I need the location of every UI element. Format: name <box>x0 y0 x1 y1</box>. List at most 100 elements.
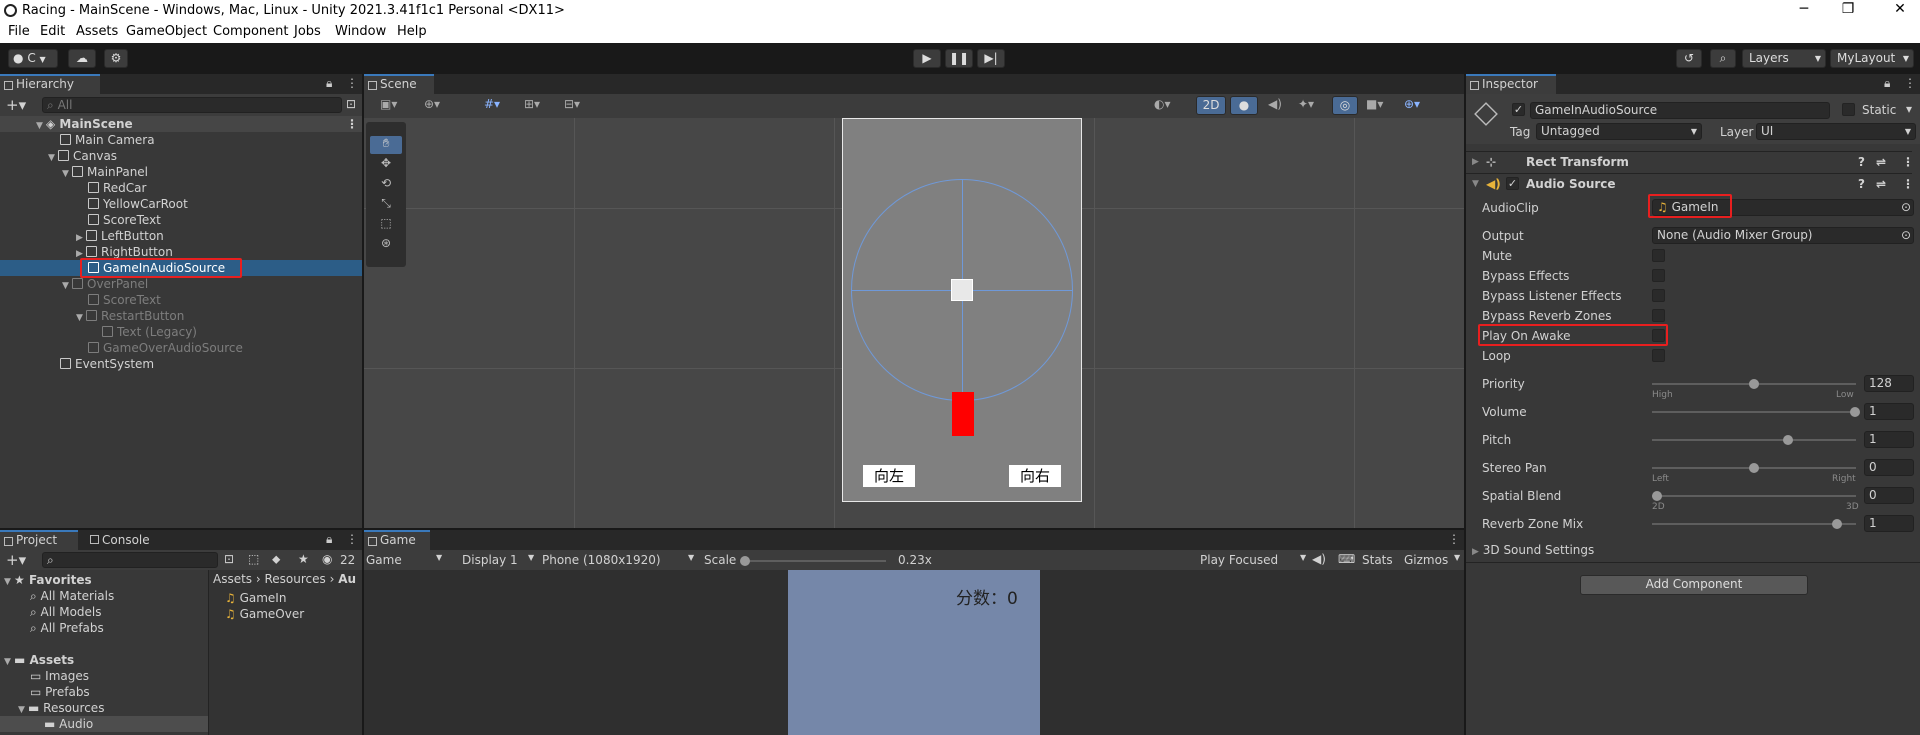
display-dropdown[interactable]: Display 1 ▼ <box>462 553 534 567</box>
project-search-input[interactable]: ⌕ <box>42 552 218 568</box>
tree-item-overpanel[interactable]: ▼ OverPanel <box>0 276 360 292</box>
hierarchy-search-input[interactable]: ⌕ All <box>42 97 342 113</box>
reverb-zone-mix-value-field[interactable]: 1 <box>1864 515 1914 532</box>
move-tool-icon[interactable]: ✥ <box>370 156 402 174</box>
camera-icon[interactable]: ■▾ <box>1366 97 1383 111</box>
resolution-dropdown[interactable]: Phone (1080x1920) ▼ <box>542 553 694 567</box>
tab-game[interactable]: Game <box>364 530 430 550</box>
tab-project[interactable]: Project <box>0 530 78 550</box>
preset-icon[interactable]: ⇌ <box>1876 174 1886 194</box>
layout-dropdown[interactable]: MyLayout ▼ <box>1830 49 1914 68</box>
tree-item-scoretext-2[interactable]: ScoreText <box>0 292 360 308</box>
pitch-slider-knob[interactable] <box>1783 435 1793 445</box>
mute-audio-icon[interactable]: ◀) <box>1312 552 1326 566</box>
scale-slider-track[interactable] <box>742 560 886 562</box>
breadcrumb-item[interactable]: Au <box>338 572 356 586</box>
step-button[interactable]: ▶| <box>977 49 1005 68</box>
transform-tool-icon[interactable]: ⊛ <box>370 236 402 254</box>
maximize-button[interactable]: ❐ <box>1838 1 1858 17</box>
scale-slider-knob[interactable] <box>740 556 750 566</box>
rect-tool-icon[interactable]: ⬚ <box>370 216 402 234</box>
search-by-label-icon[interactable]: ⬚ <box>248 552 259 566</box>
rect-transform-header[interactable]: ▶ ⊹ Rect Transform ? ⇌ ⋮ <box>1466 151 1914 172</box>
shading-icon[interactable]: ◐▾ <box>1154 97 1171 111</box>
active-checkbox[interactable]: ✓ <box>1512 103 1525 116</box>
menu-file[interactable]: File <box>8 24 30 39</box>
draw-mode-icon[interactable]: ▣▾ <box>380 97 397 111</box>
breadcrumb-item[interactable]: Resources <box>265 572 326 586</box>
menu-component[interactable]: Component <box>213 24 288 39</box>
menu-assets[interactable]: Assets <box>76 24 118 39</box>
file-gamein[interactable]: ♫ GameIn <box>209 590 359 606</box>
tree-item-redcar[interactable]: RedCar <box>0 180 360 196</box>
menu-window[interactable]: Window <box>335 24 386 39</box>
output-field[interactable]: None (Audio Mixer Group) ⊙ <box>1652 227 1914 244</box>
folder-audio[interactable]: ▬ Audio <box>0 716 208 732</box>
lighting-button[interactable]: ● <box>1230 96 1258 115</box>
volume-slider-track[interactable] <box>1652 411 1856 413</box>
kebab-menu-icon[interactable]: ⋮ <box>1904 76 1916 90</box>
audio-icon[interactable]: ◀) <box>1268 97 1282 111</box>
account-button[interactable]: ● C ▼ <box>8 49 58 68</box>
gizmos-icon[interactable]: ⊕▾ <box>1404 97 1420 111</box>
eye-icon[interactable]: ◉ <box>322 552 332 566</box>
hand-tool-icon[interactable]: ✋︎ <box>370 136 402 154</box>
priority-value-field[interactable]: 128 <box>1864 375 1914 392</box>
file-gameover[interactable]: ♫ GameOver <box>209 606 359 622</box>
tree-item-mainpanel[interactable]: ▼ MainPanel <box>0 164 360 180</box>
loop-checkbox[interactable] <box>1652 349 1665 362</box>
search-button[interactable]: ⌕ <box>1710 49 1736 68</box>
breadcrumb-item[interactable]: Assets <box>213 572 252 586</box>
static-checkbox[interactable] <box>1842 103 1855 116</box>
tree-item-leftbutton[interactable]: ▶ LeftButton <box>0 228 360 244</box>
stereo-pan-value-field[interactable]: 0 <box>1864 459 1914 476</box>
tree-item-restartbutton[interactable]: ▼ RestartButton <box>0 308 360 324</box>
spatial-blend-value-field[interactable]: 0 <box>1864 487 1914 504</box>
volume-value-field[interactable]: 1 <box>1864 403 1914 420</box>
layer-dropdown[interactable]: UI ▼ <box>1756 123 1916 140</box>
scale-tool-icon[interactable]: ⤡ <box>370 196 402 214</box>
kebab-menu-icon[interactable]: ⋮ <box>1902 174 1914 194</box>
lock-icon[interactable]: 🔒︎ <box>1884 76 1890 91</box>
tree-item-eventsystem[interactable]: EventSystem <box>0 356 360 372</box>
tree-item-text-legacy[interactable]: Text (Legacy) <box>0 324 360 340</box>
object-picker-icon[interactable]: ⊙ <box>1901 228 1911 243</box>
collab-button[interactable]: ⚙ <box>104 49 128 68</box>
bypass-listener-checkbox[interactable] <box>1652 289 1665 302</box>
tree-item-canvas[interactable]: ▼ Canvas <box>0 148 360 164</box>
search-by-type-icon[interactable]: ⊡ <box>224 552 234 566</box>
rotate-tool-icon[interactable]: ⟲ <box>370 176 402 194</box>
keyboard-icon[interactable]: ⌨ <box>1338 552 1355 566</box>
align-icon[interactable]: ⊟▾ <box>564 97 580 111</box>
mute-checkbox[interactable] <box>1652 249 1665 262</box>
scene-row[interactable]: ▼ ◈ MainScene ⋮ <box>0 116 362 132</box>
menu-gameobject[interactable]: GameObject <box>126 24 207 39</box>
gizmos-dropdown[interactable]: Gizmos ▼ <box>1404 553 1460 567</box>
help-icon[interactable]: ? <box>1858 174 1865 194</box>
volume-slider-knob[interactable] <box>1850 407 1860 417</box>
add-icon[interactable]: +▾ <box>6 551 26 569</box>
layers-dropdown[interactable]: Layers ▼ <box>1742 49 1826 68</box>
effects-icon[interactable]: ✦▾ <box>1298 97 1314 111</box>
pitch-slider-track[interactable] <box>1652 439 1856 441</box>
kebab-menu-icon[interactable]: ⋮ <box>346 532 358 546</box>
cloud-button[interactable]: ☁ <box>68 49 96 68</box>
stats-button[interactable]: Stats <box>1362 553 1393 567</box>
bypass-reverb-checkbox[interactable] <box>1652 309 1665 322</box>
close-button[interactable]: ✕ <box>1890 1 1910 17</box>
kebab-menu-icon[interactable]: ⋮ <box>346 116 358 132</box>
tree-item-main-camera[interactable]: Main Camera <box>0 132 360 148</box>
pause-button[interactable]: ❚❚ <box>945 49 973 68</box>
tag-dropdown[interactable]: Untagged ▼ <box>1536 123 1702 140</box>
game-view-dropdown[interactable]: Game ▼ <box>366 553 442 567</box>
menu-jobs[interactable]: Jobs <box>294 24 321 39</box>
help-icon[interactable]: ? <box>1858 152 1865 172</box>
menu-help[interactable]: Help <box>397 24 427 39</box>
spatial-blend-slider-track[interactable] <box>1652 495 1856 497</box>
chevron-down-icon[interactable]: ▾ <box>1906 102 1912 116</box>
spatial-blend-slider-knob[interactable] <box>1652 491 1662 501</box>
kebab-menu-icon[interactable]: ⋮ <box>1902 152 1914 172</box>
search-by-type-icon[interactable]: ⊡ <box>346 97 356 111</box>
audio-source-header[interactable]: ▼ ◀) ✓ Audio Source ? ⇌ ⋮ <box>1466 173 1914 194</box>
scene-viewport[interactable]: ✋︎ ✥ ⟲ ⤡ ⬚ ⊛ 向左 向右 <box>364 118 1464 528</box>
